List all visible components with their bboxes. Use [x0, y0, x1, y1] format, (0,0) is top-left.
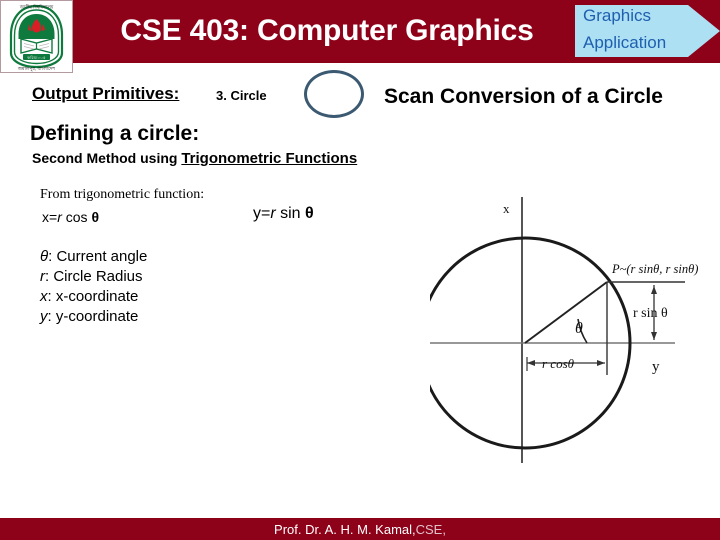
output-primitives-label: Output Primitives:	[32, 84, 179, 104]
definition-r: r: Circle Radius	[40, 267, 147, 287]
second-method-emphasis: Trigonometric Functions	[181, 150, 357, 167]
horizontal-segment-label: r cosθ	[542, 356, 575, 371]
defining-a-circle-heading: Defining a circle:	[30, 122, 199, 146]
axis-label-y: y	[652, 359, 660, 375]
circle-trigonometry-diagram: x y P~(r sinθ, r sinθ) r sin θ r cosθ θ	[430, 185, 720, 475]
second-method-prefix: Second Method using	[32, 150, 181, 166]
crest-icon: করিম।৥০০৫ জমালপুর, বাংলাদেশ জাতীয় বিশ্ব…	[1, 1, 72, 72]
diagram-svg: x y P~(r sinθ, r sinθ) r sin θ r cosθ θ	[430, 185, 720, 475]
footer-dim: CSE,	[416, 522, 446, 537]
footer-credit: Prof. Dr. A. H. M. Kamal, CSE,	[0, 518, 720, 540]
svg-text:করিম।৥০০৫: করিম।৥০০৫	[26, 55, 46, 60]
equation-y: y=r sin θ	[253, 205, 314, 223]
footer-main: Prof. Dr. A. H. M. Kamal,	[274, 522, 416, 537]
from-trig-label: From trigonometric function:	[40, 187, 204, 203]
graphics-application-banner: Graphics Application	[575, 0, 720, 62]
angle-label: θ	[575, 320, 583, 337]
banner-line-2: Application	[583, 29, 693, 56]
slide-canvas: CSE 403: Computer Graphics করিম।৥০০৫ জমা…	[0, 0, 720, 540]
university-crest-logo: করিম।৥০০৫ জমালপুর, বাংলাদেশ জাতীয় বিশ্ব…	[0, 0, 73, 73]
svg-text:জাতীয় বিশ্ববিদ্যালয়: জাতীয় বিশ্ববিদ্যালয়	[19, 5, 54, 10]
definition-y: y: y-coordinate	[40, 307, 147, 327]
definition-x: x: x-coordinate	[40, 287, 147, 307]
svg-text:জমালপুর, বাংলাদেশ: জমালপুর, বাংলাদেশ	[17, 66, 56, 71]
banner-text: Graphics Application	[583, 2, 693, 56]
definition-theta: θ: Current angle	[40, 247, 147, 267]
second-method-line: Second Method using Trigonometric Functi…	[32, 150, 357, 167]
axis-label-x: x	[503, 201, 510, 216]
banner-line-1: Graphics	[583, 2, 693, 29]
point-label: P~(r sinθ, r sinθ)	[611, 262, 698, 276]
circle-outline-icon	[304, 70, 364, 118]
vertical-segment-label: r sin θ	[633, 306, 668, 321]
section-heading: Scan Conversion of a Circle	[384, 85, 663, 109]
circle-list-item: 3. Circle	[216, 88, 267, 103]
equation-x: x=r cos θ	[42, 209, 99, 225]
variable-definitions-list: θ: Current angle r: Circle Radius x: x-c…	[40, 247, 147, 327]
page-title: CSE 403: Computer Graphics	[92, 5, 562, 57]
